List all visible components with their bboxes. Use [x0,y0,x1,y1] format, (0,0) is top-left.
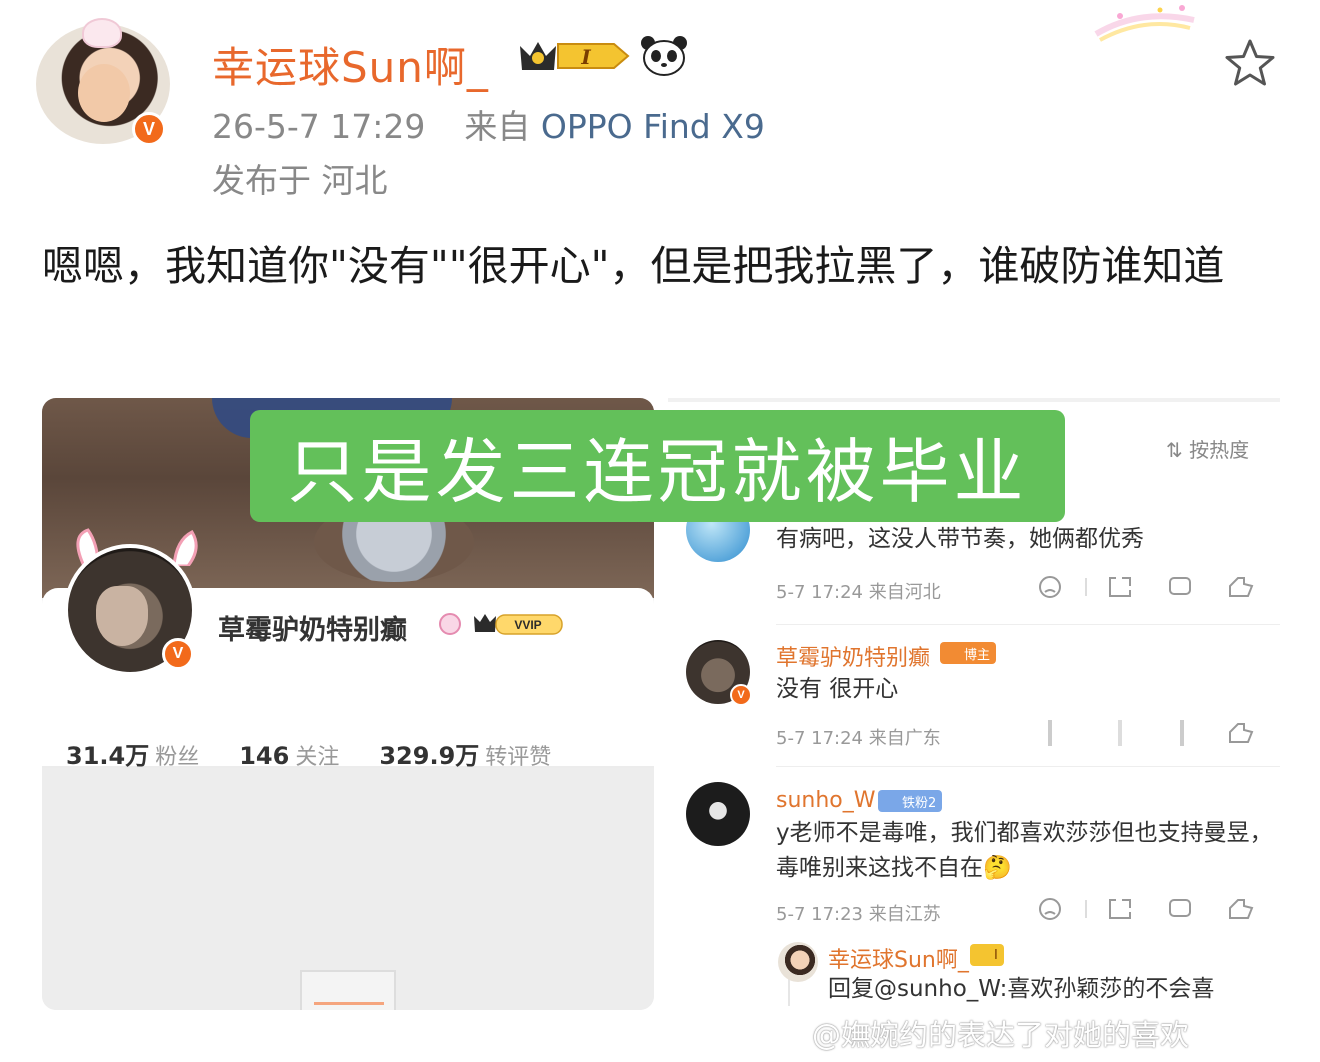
comment-actions-icon[interactable] [1038,894,1268,924]
reply-author-name[interactable]: 幸运球Sun啊_ [828,942,969,974]
profile-verified-icon: V [162,638,194,670]
reply-crown-label: I [994,947,998,963]
sort-icon: ⇅ [1166,438,1183,462]
comment-text: 没有 很开心 [776,676,899,702]
commenter-name[interactable]: 草霉驴奶特别癫 [776,640,930,672]
avatar-hand [96,586,148,646]
blogger-badge-label: 博主 [964,647,991,663]
crown-level-badge-icon: I [520,42,630,70]
comment-meta: 5-7 17:24 来自河北 [776,582,941,603]
fan-level-badge: 铁粉2 [878,790,943,812]
profile-content-area [42,768,654,1010]
reply-crown-badge: I [970,944,1004,966]
sort-control[interactable]: ⇅ 按热度 [1166,434,1249,463]
favorite-star-icon[interactable] [1222,36,1278,92]
stat-fans-label: 粉丝 [155,745,200,770]
crown-level-text: I [580,45,591,69]
profile-name: 草霉驴奶特别癫 [218,615,407,646]
stat-following-value: 146 [239,742,290,770]
profile-tab-stub [300,970,396,1010]
comment-meta: 5-7 17:23 来自江苏 [776,904,941,925]
commenter-avatar[interactable] [686,782,750,846]
sparkle-decoration-icon [1094,5,1195,42]
avatar-hat [82,18,122,48]
comment-meta: 5-7 17:24 来自广东 [776,728,941,749]
comment-text: 有病吧，这没人带节奏，她俩都优秀 [776,526,1144,552]
post-timestamp: 26-5-7 17:29 [212,107,426,146]
vvip-label: VVIP [514,618,541,632]
device-link[interactable]: OPPO Find X9 [541,107,765,146]
comment-divider [776,766,1280,767]
comment-actions-icon[interactable] [1038,718,1268,748]
comment-divider [776,624,1280,625]
verified-badge-icon: V [132,112,166,146]
source-prefix: 来自 [464,107,531,146]
blogger-badge: 博主 [940,642,997,664]
profile-stats: 31.4万 粉丝 146 关注 329.9万 转评赞 [66,736,551,771]
stat-fans-value: 31.4万 [66,742,150,770]
avatar-face [78,64,130,122]
vvip-badge-icon: VVIP [439,613,563,635]
panda-icon [641,36,687,76]
stat-following-label: 关注 [295,745,340,770]
post-meta: 26-5-7 17:29 来自 OPPO Find X9 [212,100,765,148]
post-location: 发布于 河北 [212,161,388,200]
post-body: 嗯嗯，我知道你"没有""很开心"，但是把我拉黑了，谁破防谁知道 [42,242,1225,290]
commenter-verified-icon: V [730,684,752,706]
author-name[interactable]: 幸运球Sun啊_ [212,34,489,95]
headline-banner: 只是发三连冠就被毕业 [250,410,1065,522]
stat-reposts-label: 转评赞 [485,745,552,770]
comment-text: y老师不是毒唯，我们都喜欢莎莎但也支持曼昱，毒唯别来这找不自在🤔 [776,820,1273,881]
reply-avatar[interactable] [778,942,818,982]
panel-top-divider [668,398,1280,402]
fan-level-label: 铁粉2 [902,795,937,811]
comment-actions-icon[interactable] [1038,572,1268,602]
sort-label: 按热度 [1189,438,1250,462]
reply-text: 回复@sunho_W:喜欢孙颖莎的不会喜 [828,976,1215,1002]
commenter-name[interactable]: sunho_W [776,788,876,813]
watermark: @嫵婉约的表达了对她的喜欢 [812,1018,1190,1052]
stat-reposts-value: 329.9万 [379,742,480,770]
